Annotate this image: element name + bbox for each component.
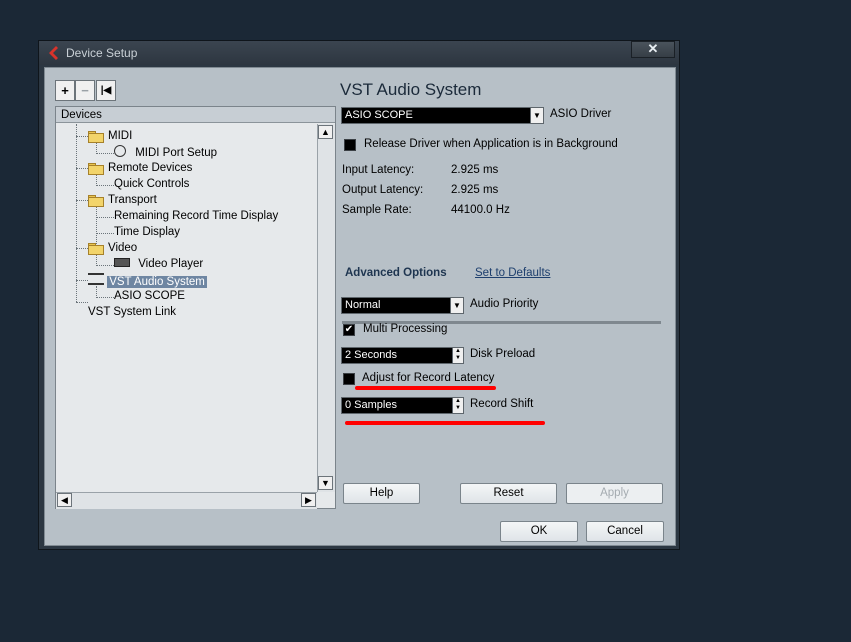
tree-item-video-player[interactable]: Video Player (114, 257, 203, 272)
record-shift-label: Record Shift (470, 398, 534, 410)
multi-processing-checkbox[interactable]: ✔ (343, 324, 355, 336)
help-button[interactable]: Help (343, 483, 420, 504)
tree-item-midi[interactable]: MIDI (88, 129, 132, 144)
apply-button[interactable]: Apply (566, 483, 663, 504)
scroll-right-icon[interactable]: ▶ (301, 493, 316, 507)
input-latency-value: 2.925 ms (451, 164, 499, 176)
reset-device-button[interactable]: |◀ (96, 80, 116, 101)
tree-item-vst-system-link[interactable]: VST System Link (88, 305, 176, 320)
stepper-arrows-icon[interactable]: ▲ ▼ (452, 398, 463, 413)
tree-item-vst-audio-system[interactable]: VST Audio System (88, 273, 207, 288)
red-annotation-underline (355, 386, 496, 390)
tree-item-video[interactable]: Video (88, 241, 137, 256)
scroll-down-icon[interactable]: ▼ (318, 476, 333, 490)
record-shift-stepper[interactable]: 0 Samples ▲ ▼ (341, 397, 464, 414)
folder-icon (88, 163, 104, 175)
adjust-record-latency-label: Adjust for Record Latency (362, 372, 495, 384)
audio-priority-select[interactable]: Normal ▼ (341, 297, 464, 314)
disk-preload-label: Disk Preload (470, 348, 536, 360)
folder-icon (88, 195, 104, 207)
sample-rate-label: Sample Rate: (342, 204, 412, 216)
cancel-button[interactable]: Cancel (586, 521, 664, 542)
remove-device-button[interactable]: − (75, 80, 95, 101)
audio-system-icon (88, 273, 104, 285)
output-latency-value: 2.925 ms (451, 184, 499, 196)
disk-preload-stepper[interactable]: 2 Seconds ▲ ▼ (341, 347, 464, 364)
cubase-logo-icon (49, 46, 58, 60)
audio-priority-label: Audio Priority (470, 298, 539, 310)
scroll-up-icon[interactable]: ▲ (318, 125, 333, 139)
reset-button[interactable]: Reset (460, 483, 557, 504)
close-button[interactable]: ✕ (631, 41, 675, 58)
video-player-icon (114, 258, 130, 267)
devices-header: Devices (56, 107, 335, 123)
multi-processing-label: Multi Processing (363, 323, 448, 335)
title-bar[interactable]: Device Setup ✕ (39, 41, 679, 65)
stepper-arrows-icon[interactable]: ▲ ▼ (452, 348, 463, 363)
devices-tree: MIDI MIDI Port Setup Remote Devices Quic… (56, 124, 317, 492)
tree-item-transport[interactable]: Transport (88, 193, 157, 208)
device-setup-window: Device Setup ✕ + − |◀ Devices MIDI MIDI … (38, 40, 680, 550)
release-driver-label: Release Driver when Application is in Ba… (364, 138, 618, 150)
release-driver-checkbox[interactable] (344, 139, 356, 151)
add-device-button[interactable]: + (55, 80, 75, 101)
adjust-record-latency-checkbox[interactable] (343, 373, 355, 385)
ok-button[interactable]: OK (500, 521, 578, 542)
input-latency-label: Input Latency: (342, 164, 415, 176)
tree-vertical-scrollbar[interactable]: ▲ ▼ (317, 124, 335, 492)
folder-icon (88, 243, 104, 255)
midi-port-icon (114, 145, 126, 157)
tree-item-midi-port-setup[interactable]: MIDI Port Setup (114, 145, 217, 160)
advanced-options-heading: Advanced Options (345, 267, 447, 279)
tree-item-quick-controls[interactable]: Quick Controls (114, 177, 189, 192)
window-title: Device Setup (66, 46, 138, 60)
red-annotation-underline (345, 421, 545, 425)
tree-horizontal-scrollbar[interactable]: ◀ ▶ (56, 492, 317, 509)
tree-item-remaining-record-time[interactable]: Remaining Record Time Display (114, 209, 278, 224)
folder-icon (88, 131, 104, 143)
tree-item-asio-scope[interactable]: ASIO SCOPE (114, 289, 185, 304)
asio-driver-label: ASIO Driver (550, 108, 612, 120)
scroll-left-icon[interactable]: ◀ (57, 493, 72, 507)
tree-item-remote-devices[interactable]: Remote Devices (88, 161, 192, 176)
chevron-down-icon: ▼ (530, 108, 543, 123)
set-to-defaults-link[interactable]: Set to Defaults (475, 267, 550, 279)
page-title: VST Audio System (340, 80, 482, 99)
tree-item-time-display[interactable]: Time Display (114, 225, 180, 240)
output-latency-label: Output Latency: (342, 184, 424, 196)
chevron-down-icon: ▼ (450, 298, 463, 313)
asio-driver-select[interactable]: ASIO SCOPE ▼ (341, 107, 544, 124)
dialog-body: + − |◀ Devices MIDI MIDI Port Setup Remo… (44, 67, 676, 546)
devices-panel: Devices MIDI MIDI Port Setup Remote Devi… (55, 106, 336, 509)
sample-rate-value: 44100.0 Hz (451, 204, 510, 216)
